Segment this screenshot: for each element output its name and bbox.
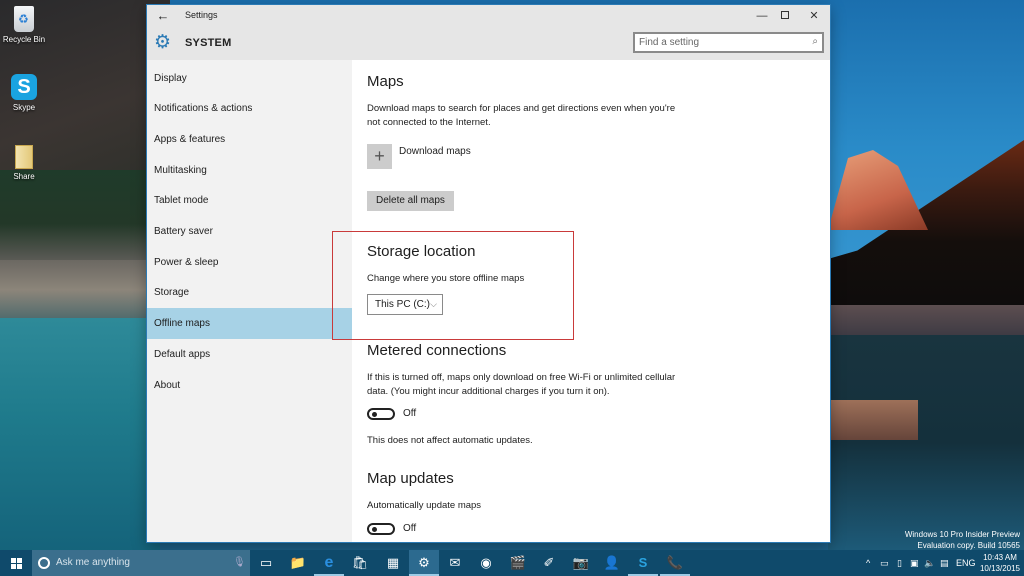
storage-location-heading: Storage location [367,243,476,260]
sidebar-item-battery-saver[interactable]: Battery saver [147,216,352,247]
settings-icon[interactable]: ⚙ [409,550,439,576]
settings-window: ← Settings — ✕ ⚙ SYSTEM ⌕ Display Notifi… [147,5,830,542]
edge-icon[interactable]: e [314,550,344,576]
desktop-icon-label: Recycle Bin [2,35,46,44]
desktop-icon-share[interactable]: Share [2,145,46,181]
file-explorer-icon[interactable]: 📁 [283,550,313,576]
metered-connections-description: If this is turned off, maps only downloa… [367,372,676,397]
desktop-icon-label: Skype [12,103,36,112]
maximize-icon [781,11,789,19]
back-button[interactable]: ← [155,8,171,24]
map-updates-description: Automatically update maps [367,500,482,511]
folder-icon [15,145,33,169]
sidebar-item-display[interactable]: Display [147,63,352,94]
get-started-icon[interactable]: ✐ [534,550,564,576]
language-indicator[interactable]: ENG [956,550,976,576]
wallpaper-left-shore [0,260,160,320]
movies-icon[interactable]: 🎬 [503,550,533,576]
delete-all-maps-button[interactable]: Delete all maps [367,191,454,211]
clock-date: 10/13/2015 [979,564,1021,573]
map-updates-heading: Map updates [367,470,454,487]
sidebar-item-storage[interactable]: Storage [147,277,352,308]
clock[interactable]: 10:43 AM 10/13/2015 [978,552,1022,574]
taskbar: Ask me anything 🎙 ▭ 📁 e 🛍 ▦ ⚙ ✉ ◉ 🎬 ✐ 📷 … [0,550,1024,576]
show-hidden-icons-chevron[interactable]: ^ [866,550,870,576]
sidebar-item-about[interactable]: About [147,370,352,401]
desktop-icon-label: Share [13,172,35,181]
phone-icon[interactable]: 📞 [660,550,690,576]
skype-icon[interactable]: S [628,550,658,576]
volume-icon[interactable]: 🔈 [924,550,935,576]
maps-heading: Maps [367,73,404,90]
map-updates-toggle[interactable] [367,523,395,535]
wallpaper-right-water [828,335,1024,550]
toggle-knob [372,527,377,532]
network-icon[interactable]: ▣ [910,550,919,576]
chevron-down-icon: ⌵ [430,299,437,309]
sidebar-item-multitasking[interactable]: Multitasking [147,155,352,186]
sidebar-item-power-sleep[interactable]: Power & sleep [147,247,352,278]
settings-header: ⚙ SYSTEM ⌕ [147,27,830,60]
microphone-icon[interactable]: 🎙 [233,557,246,568]
toggle-knob [372,412,377,417]
desktop-icon-recycle-bin[interactable]: Recycle Bin [2,6,46,44]
battery-icon[interactable]: ▭ [880,550,889,576]
minimize-button[interactable]: — [751,8,773,24]
window-title: Settings [185,10,218,20]
recycle-bin-icon [14,6,34,32]
map-updates-toggle-label: Off [403,523,417,534]
search-icon[interactable]: ⌕ [812,36,818,47]
windows-logo-icon [11,558,22,569]
skype-icon: S [11,74,37,100]
sidebar-item-offline-maps[interactable]: Offline maps [147,308,352,339]
cortana-placeholder: Ask me anything [56,557,130,568]
close-button[interactable]: ✕ [803,8,825,24]
start-button[interactable] [0,550,32,576]
download-maps-button[interactable]: + [367,144,392,169]
calculator-icon[interactable]: ▦ [378,550,408,576]
cortana-search-box[interactable]: Ask me anything 🎙 [32,550,250,576]
search-input[interactable] [639,36,799,49]
cortana-icon [38,557,50,569]
sidebar-item-apps-features[interactable]: Apps & features [147,124,352,155]
maps-description: Download maps to search for places and g… [367,103,676,128]
camera-icon[interactable]: 📷 [566,550,596,576]
wallpaper-left-water [0,318,160,558]
sidebar-item-notifications[interactable]: Notifications & actions [147,93,352,124]
sidebar-item-tablet-mode[interactable]: Tablet mode [147,185,352,216]
wallpaper-left-trees [0,170,160,260]
sidebar: Display Notifications & actions Apps & f… [147,60,352,542]
title-bar[interactable]: ← Settings — ✕ [147,5,830,27]
sidebar-item-default-apps[interactable]: Default apps [147,339,352,370]
storage-location-dropdown[interactable]: This PC (C:) ⌵ [367,294,443,315]
watermark-line-1: Windows 10 Pro Insider Preview [904,530,1020,539]
wallpaper-right-shore [828,305,1024,335]
people-icon[interactable]: 👤 [597,550,627,576]
clock-time: 10:43 AM [983,553,1017,562]
wallpaper-right-reflection [828,400,918,440]
action-center-icon[interactable]: ▤ [940,550,949,576]
desktop-icon-skype[interactable]: S Skype [2,74,46,112]
build-watermark: Windows 10 Pro Insider Preview Evaluatio… [905,529,1020,551]
mail-icon[interactable]: ✉ [440,550,470,576]
metered-connections-note: This does not affect automatic updates. [367,435,533,446]
download-maps-label[interactable]: Download maps [399,146,471,157]
metered-connections-toggle[interactable] [367,408,395,420]
metered-connections-heading: Metered connections [367,342,507,359]
search-box[interactable]: ⌕ [633,32,824,53]
store-icon[interactable]: 🛍 [345,550,375,576]
storage-location-description: Change where you store offline maps [367,273,525,284]
content-pane: Maps Download maps to search for places … [352,60,830,542]
usb-icon[interactable]: ▯ [897,550,902,576]
metered-connections-toggle-label: Off [403,408,417,419]
maps-icon[interactable]: ◉ [471,550,501,576]
gear-icon: ⚙ [154,32,172,53]
dropdown-selected-value: This PC (C:) [375,299,430,310]
task-view-icon[interactable]: ▭ [251,550,281,576]
page-title: SYSTEM [185,37,232,49]
maximize-button[interactable] [774,8,796,24]
